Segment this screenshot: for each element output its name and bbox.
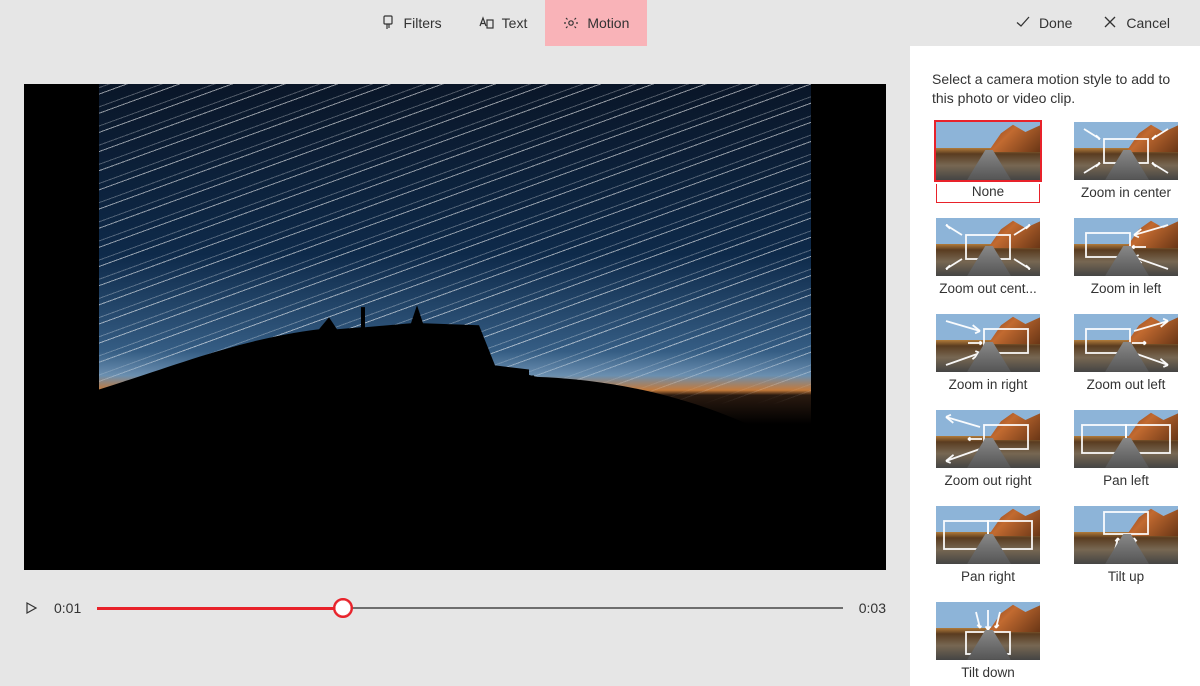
motion-thumbnail bbox=[936, 602, 1040, 660]
motion-thumbnail bbox=[936, 218, 1040, 276]
motion-thumbnail bbox=[1074, 218, 1178, 276]
total-time: 0:03 bbox=[859, 600, 886, 616]
tab-motion[interactable]: Motion bbox=[545, 0, 647, 46]
cancel-button[interactable]: Cancel bbox=[1096, 8, 1176, 39]
scrubber-progress bbox=[97, 607, 343, 610]
preview-image bbox=[99, 84, 811, 570]
done-label: Done bbox=[1039, 15, 1072, 31]
motion-label: Zoom in right bbox=[936, 376, 1040, 396]
motion-option-zoom-out-right[interactable]: Zoom out right bbox=[932, 410, 1044, 492]
tab-filters[interactable]: Filters bbox=[362, 0, 460, 46]
motion-option-zoom-out-left[interactable]: Zoom out left bbox=[1070, 314, 1182, 396]
motion-label: Tilt down bbox=[936, 664, 1040, 684]
tab-label: Text bbox=[502, 15, 528, 31]
motion-option-pan-right[interactable]: Pan right bbox=[932, 506, 1044, 588]
check-icon bbox=[1015, 14, 1031, 33]
tab-text[interactable]: Text bbox=[460, 0, 546, 46]
motion-icon bbox=[563, 15, 579, 31]
preview-area bbox=[24, 84, 886, 570]
motion-thumbnail bbox=[1074, 122, 1178, 180]
play-button[interactable] bbox=[24, 601, 38, 615]
motion-thumbnail bbox=[936, 506, 1040, 564]
motion-thumbnail bbox=[1074, 410, 1178, 468]
motion-thumbnail bbox=[936, 410, 1040, 468]
motion-label: Zoom out right bbox=[936, 472, 1040, 492]
motion-thumbnail bbox=[1074, 506, 1178, 564]
done-button[interactable]: Done bbox=[1009, 8, 1078, 39]
motion-label: Tilt up bbox=[1074, 568, 1178, 588]
motion-label: Zoom in center bbox=[1074, 184, 1178, 204]
motion-label: None bbox=[936, 184, 1040, 203]
motion-label: Zoom out cent... bbox=[936, 280, 1040, 300]
current-time: 0:01 bbox=[54, 600, 81, 616]
motion-option-pan-left[interactable]: Pan left bbox=[1070, 410, 1182, 492]
motion-label: Pan right bbox=[936, 568, 1040, 588]
close-icon bbox=[1102, 14, 1118, 33]
motion-option-tilt-down[interactable]: Tilt down bbox=[932, 602, 1044, 684]
tab-label: Filters bbox=[404, 15, 442, 31]
motion-option-zoom-in-right[interactable]: Zoom in right bbox=[932, 314, 1044, 396]
motion-thumbnail bbox=[936, 122, 1040, 180]
motion-panel: Select a camera motion style to add to t… bbox=[910, 46, 1200, 686]
scrubber-thumb[interactable] bbox=[333, 598, 353, 618]
motion-option-tilt-up[interactable]: Tilt up bbox=[1070, 506, 1182, 588]
motion-option-zoom-in-left[interactable]: Zoom in left bbox=[1070, 218, 1182, 300]
motion-label: Zoom in left bbox=[1074, 280, 1178, 300]
motion-option-zoom-out-center[interactable]: Zoom out cent... bbox=[932, 218, 1044, 300]
tab-label: Motion bbox=[587, 15, 629, 31]
motion-option-none[interactable]: None bbox=[932, 122, 1044, 204]
motion-thumbnail bbox=[936, 314, 1040, 372]
panel-description: Select a camera motion style to add to t… bbox=[932, 70, 1182, 108]
motion-thumbnail bbox=[1074, 314, 1178, 372]
text-icon bbox=[478, 15, 494, 31]
cancel-label: Cancel bbox=[1126, 15, 1170, 31]
motion-label: Pan left bbox=[1074, 472, 1178, 492]
filters-icon bbox=[380, 15, 396, 31]
motion-option-zoom-in-center[interactable]: Zoom in center bbox=[1070, 122, 1182, 204]
motion-label: Zoom out left bbox=[1074, 376, 1178, 396]
scrubber[interactable] bbox=[97, 598, 843, 618]
